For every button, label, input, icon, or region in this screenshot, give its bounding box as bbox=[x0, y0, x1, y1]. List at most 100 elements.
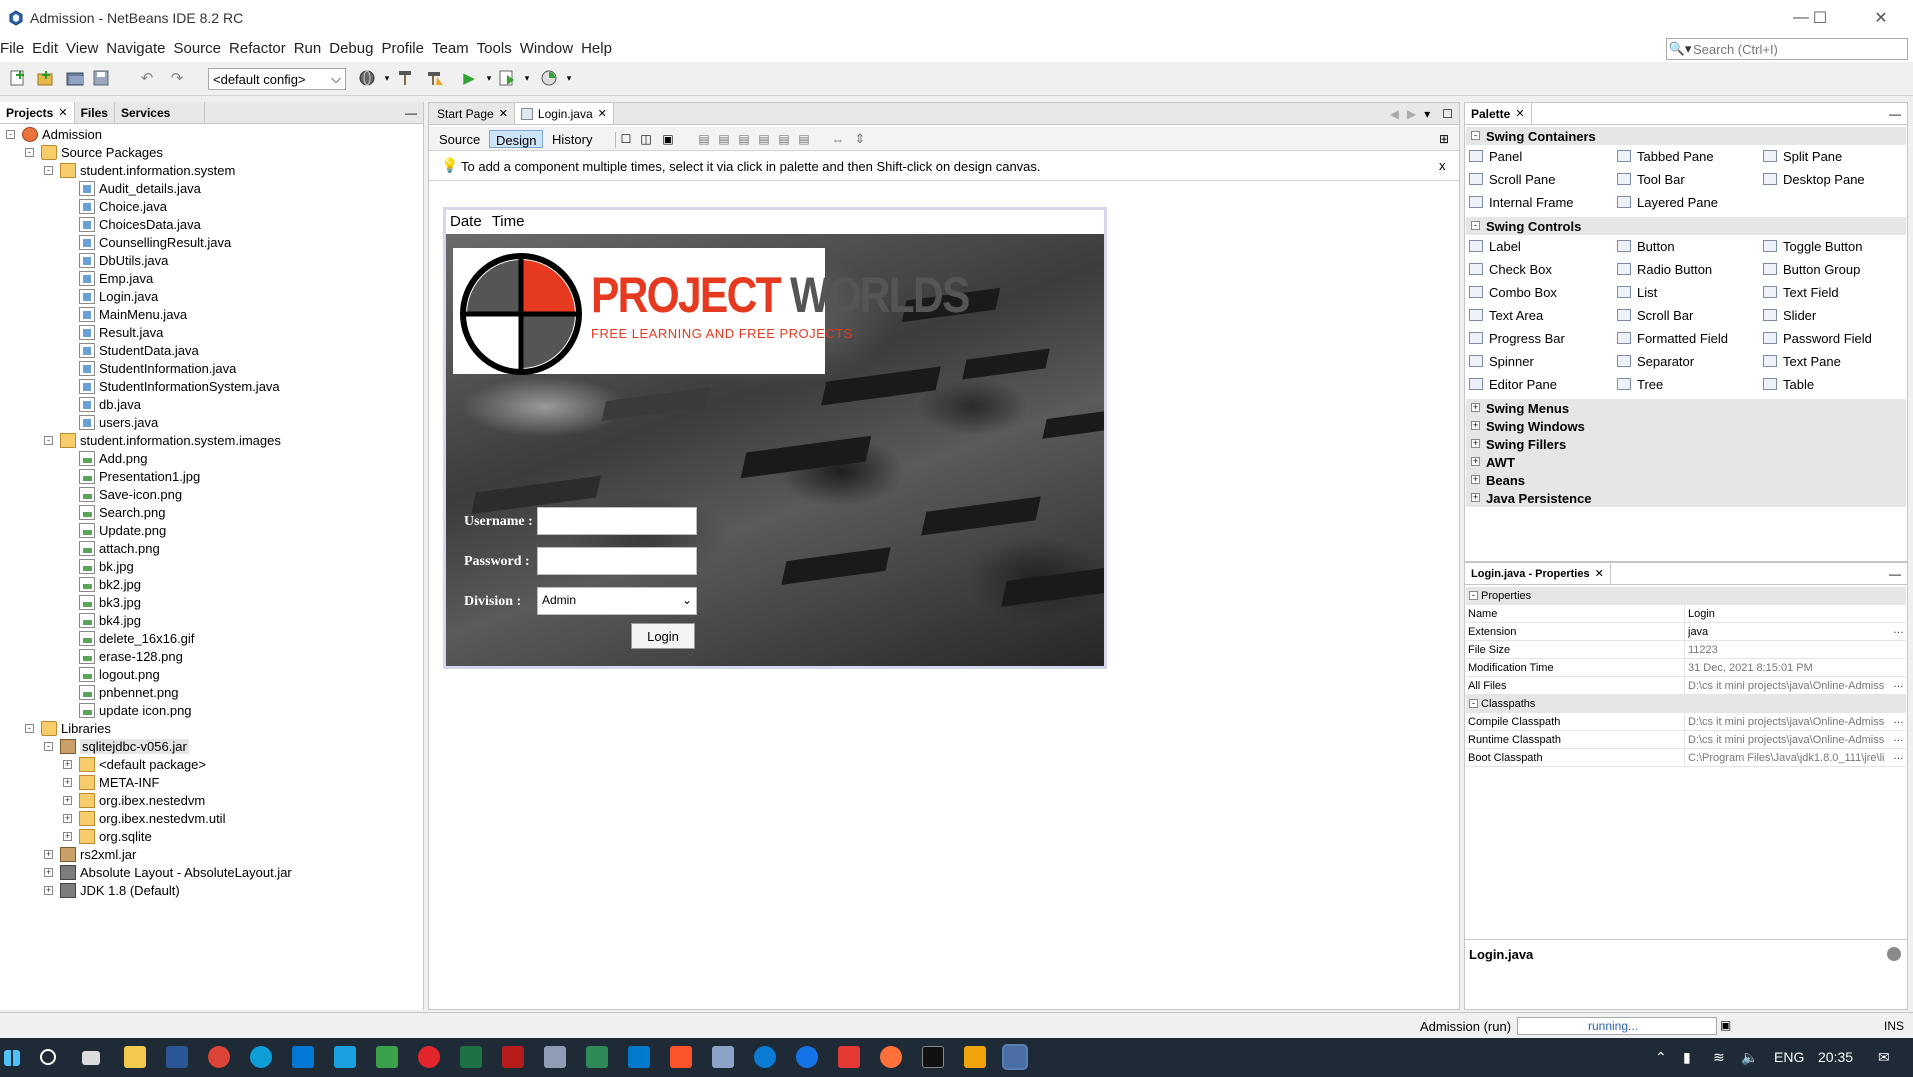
tree-item[interactable]: erase-128.png bbox=[0, 648, 424, 666]
tab-start-page[interactable]: Start Page ✕ bbox=[429, 103, 515, 124]
design-form[interactable]: Date Time PROJECT WORLDS FREE LEARNING A… bbox=[443, 207, 1107, 669]
close-icon[interactable]: ✕ bbox=[1595, 567, 1604, 580]
collapse-icon[interactable]: - bbox=[1469, 699, 1478, 708]
tree-item[interactable]: + META-INF bbox=[0, 774, 424, 792]
terminal-icon[interactable] bbox=[586, 1046, 608, 1068]
file-explorer-icon[interactable] bbox=[124, 1046, 146, 1068]
config-select[interactable]: <default config> ⌵ bbox=[208, 68, 346, 90]
mail-icon[interactable] bbox=[292, 1046, 314, 1068]
tab-login-java[interactable]: Login.java ✕ bbox=[514, 103, 614, 124]
tree-item[interactable]: Add.png bbox=[0, 450, 424, 468]
tree-item[interactable]: update icon.png bbox=[0, 702, 424, 720]
menu-run[interactable]: Run bbox=[294, 40, 330, 57]
form-menu-date[interactable]: Date bbox=[450, 213, 482, 230]
ellipsis-button[interactable]: … bbox=[1893, 750, 1904, 762]
language-indicator[interactable]: ENG bbox=[1774, 1049, 1804, 1065]
palette-category[interactable]: - Swing Controls bbox=[1466, 217, 1906, 235]
close-icon[interactable]: ✕ bbox=[598, 107, 607, 120]
design-view-button[interactable]: Design bbox=[489, 130, 544, 148]
open-project-icon[interactable] bbox=[64, 67, 86, 89]
tree-item[interactable]: CounsellingResult.java bbox=[0, 234, 424, 252]
collapse-icon[interactable]: - bbox=[6, 130, 15, 139]
new-project-icon[interactable] bbox=[34, 67, 56, 89]
tree-item[interactable]: Result.java bbox=[0, 324, 424, 342]
division-select[interactable]: Admin ⌄ bbox=[537, 587, 697, 615]
center-vertically-icon[interactable]: ▤ bbox=[793, 128, 815, 150]
minimize-icon[interactable]: — bbox=[1883, 103, 1907, 124]
change-vertical-resizability-icon[interactable]: ⇕ bbox=[849, 128, 871, 150]
menu-refactor[interactable]: Refactor bbox=[229, 40, 294, 57]
task-view-icon[interactable] bbox=[82, 1051, 100, 1065]
align-left-icon[interactable]: ▤ bbox=[693, 128, 715, 150]
build-icon[interactable] bbox=[394, 67, 416, 89]
tree-item[interactable]: - Libraries bbox=[0, 720, 424, 738]
new-file-icon[interactable] bbox=[6, 67, 28, 89]
menu-debug[interactable]: Debug bbox=[329, 40, 381, 57]
tree-item[interactable]: db.java bbox=[0, 396, 424, 414]
expand-icon[interactable]: + bbox=[63, 796, 72, 805]
ellipsis-button[interactable]: … bbox=[1893, 678, 1904, 690]
expand-icon[interactable]: + bbox=[44, 868, 53, 877]
menu-help[interactable]: Help bbox=[581, 40, 620, 57]
chrome-icon[interactable] bbox=[208, 1046, 230, 1068]
property-value[interactable]: Login bbox=[1688, 608, 1884, 620]
palette-category[interactable]: + Beans bbox=[1466, 471, 1906, 489]
expand-icon[interactable]: + bbox=[44, 850, 53, 859]
source-view-button[interactable]: Source bbox=[433, 130, 486, 148]
collapse-icon[interactable]: - bbox=[25, 724, 34, 733]
properties-section[interactable]: - Properties bbox=[1466, 587, 1906, 605]
chevron-down-icon[interactable]: ▾ bbox=[558, 67, 580, 89]
ellipsis-button[interactable]: … bbox=[1893, 714, 1904, 726]
expand-icon[interactable]: + bbox=[63, 832, 72, 841]
property-row[interactable]: All Files D:\cs it mini projects\java\Onl… bbox=[1466, 677, 1906, 695]
tree-item[interactable]: MainMenu.java bbox=[0, 306, 424, 324]
form-menu-time[interactable]: Time bbox=[492, 213, 525, 230]
expand-icon[interactable]: + bbox=[1471, 475, 1480, 484]
close-icon[interactable]: ✕ bbox=[58, 106, 67, 119]
tree-item[interactable]: bk4.jpg bbox=[0, 612, 424, 630]
globe-icon[interactable] bbox=[356, 67, 378, 89]
property-row[interactable]: Modification Time 31 Dec, 2021 8:15:01 PM bbox=[1466, 659, 1906, 677]
align-right-icon[interactable]: ▤ bbox=[713, 128, 735, 150]
netbeans-taskbar-icon[interactable] bbox=[1002, 1044, 1028, 1070]
collapse-icon[interactable]: - bbox=[44, 166, 53, 175]
menu-view[interactable]: View bbox=[66, 40, 106, 57]
expand-icon[interactable]: + bbox=[63, 778, 72, 787]
expand-icon[interactable]: + bbox=[1471, 493, 1480, 502]
tree-item[interactable]: attach.png bbox=[0, 540, 424, 558]
save-all-icon[interactable] bbox=[90, 67, 112, 89]
properties-section[interactable]: - Classpaths bbox=[1466, 695, 1906, 713]
app-icon[interactable] bbox=[796, 1046, 818, 1068]
app-icon[interactable] bbox=[502, 1046, 524, 1068]
minimize-icon[interactable]: — bbox=[399, 102, 423, 123]
ellipsis-button[interactable]: … bbox=[1893, 624, 1904, 636]
run-icon[interactable]: ▶ bbox=[458, 67, 480, 89]
tree-item[interactable]: ChoicesData.java bbox=[0, 216, 424, 234]
tree-item[interactable]: Presentation1.jpg bbox=[0, 468, 424, 486]
maximize-button[interactable]: ☐ bbox=[1797, 0, 1843, 36]
expand-icon[interactable]: + bbox=[44, 886, 53, 895]
property-row[interactable]: Runtime Classpath D:\cs it mini projects\… bbox=[1466, 731, 1906, 749]
menu-file[interactable]: File bbox=[0, 40, 32, 57]
property-value[interactable]: D:\cs it mini projects\java\Online-Admis… bbox=[1688, 716, 1884, 728]
selection-mode-icon[interactable]: ☐ bbox=[615, 128, 637, 150]
collapse-icon[interactable]: - bbox=[1471, 221, 1480, 230]
collapse-icon[interactable]: - bbox=[44, 742, 53, 751]
clock[interactable]: 20:35 bbox=[1818, 1049, 1853, 1065]
tree-item[interactable]: Emp.java bbox=[0, 270, 424, 288]
expand-icon[interactable]: + bbox=[1471, 403, 1480, 412]
tree-item[interactable]: Save-icon.png bbox=[0, 486, 424, 504]
username-input[interactable] bbox=[537, 507, 697, 535]
tree-item[interactable]: delete_16x16.gif bbox=[0, 630, 424, 648]
palette-category[interactable]: + AWT bbox=[1466, 453, 1906, 471]
property-row[interactable]: Extension java… bbox=[1466, 623, 1906, 641]
tree-item[interactable]: + <default package> bbox=[0, 756, 424, 774]
close-icon[interactable]: ✕ bbox=[1515, 107, 1524, 120]
notepad-icon[interactable] bbox=[376, 1046, 398, 1068]
password-input[interactable] bbox=[537, 547, 697, 575]
teamviewer-icon[interactable] bbox=[754, 1046, 776, 1068]
profile-icon[interactable] bbox=[538, 67, 560, 89]
tab-projects[interactable]: Projects ✕ bbox=[0, 102, 75, 123]
tree-item[interactable]: Login.java bbox=[0, 288, 424, 306]
tree-item[interactable]: StudentData.java bbox=[0, 342, 424, 360]
